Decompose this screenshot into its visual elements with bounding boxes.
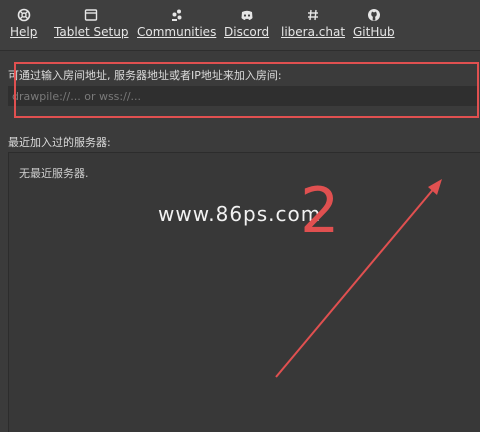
github-button[interactable]: GitHub bbox=[353, 8, 395, 39]
tablet-icon bbox=[85, 9, 98, 21]
tablet-setup-button[interactable]: Tablet Setup bbox=[54, 8, 128, 39]
join-session-page: Help Tablet Setup Communities Discord li… bbox=[0, 0, 480, 432]
hash-icon bbox=[308, 9, 319, 21]
help-label: Help bbox=[10, 25, 38, 39]
github-label: GitHub bbox=[353, 25, 395, 39]
empty-list-text: 无最近服务器. bbox=[19, 167, 89, 180]
recent-servers-list[interactable]: 无最近服务器. bbox=[8, 152, 480, 432]
discord-button[interactable]: Discord bbox=[224, 8, 269, 39]
step-number: 2 bbox=[300, 174, 340, 247]
address-input[interactable] bbox=[8, 86, 478, 106]
watermark: www.86ps.com bbox=[158, 202, 322, 226]
help-button[interactable]: Help bbox=[10, 8, 37, 39]
libera-chat-button[interactable]: libera.chat bbox=[281, 8, 345, 39]
communities-label: Communities bbox=[137, 25, 217, 39]
discord-label: Discord bbox=[224, 25, 270, 39]
communities-button[interactable]: Communities bbox=[137, 8, 216, 39]
tablet-setup-label: Tablet Setup bbox=[54, 25, 129, 39]
discord-icon bbox=[241, 10, 253, 20]
link-toolbar: Help Tablet Setup Communities Discord li… bbox=[0, 0, 480, 51]
libera-chat-label: libera.chat bbox=[281, 25, 346, 39]
help-icon bbox=[17, 8, 30, 22]
communities-icon bbox=[171, 9, 182, 21]
join-address-label: 可通过输入房间地址, 服务器地址或者IP地址来加入房间: bbox=[8, 69, 282, 82]
recent-servers-label: 最近加入过的服务器: bbox=[8, 136, 111, 149]
github-icon bbox=[367, 9, 380, 21]
